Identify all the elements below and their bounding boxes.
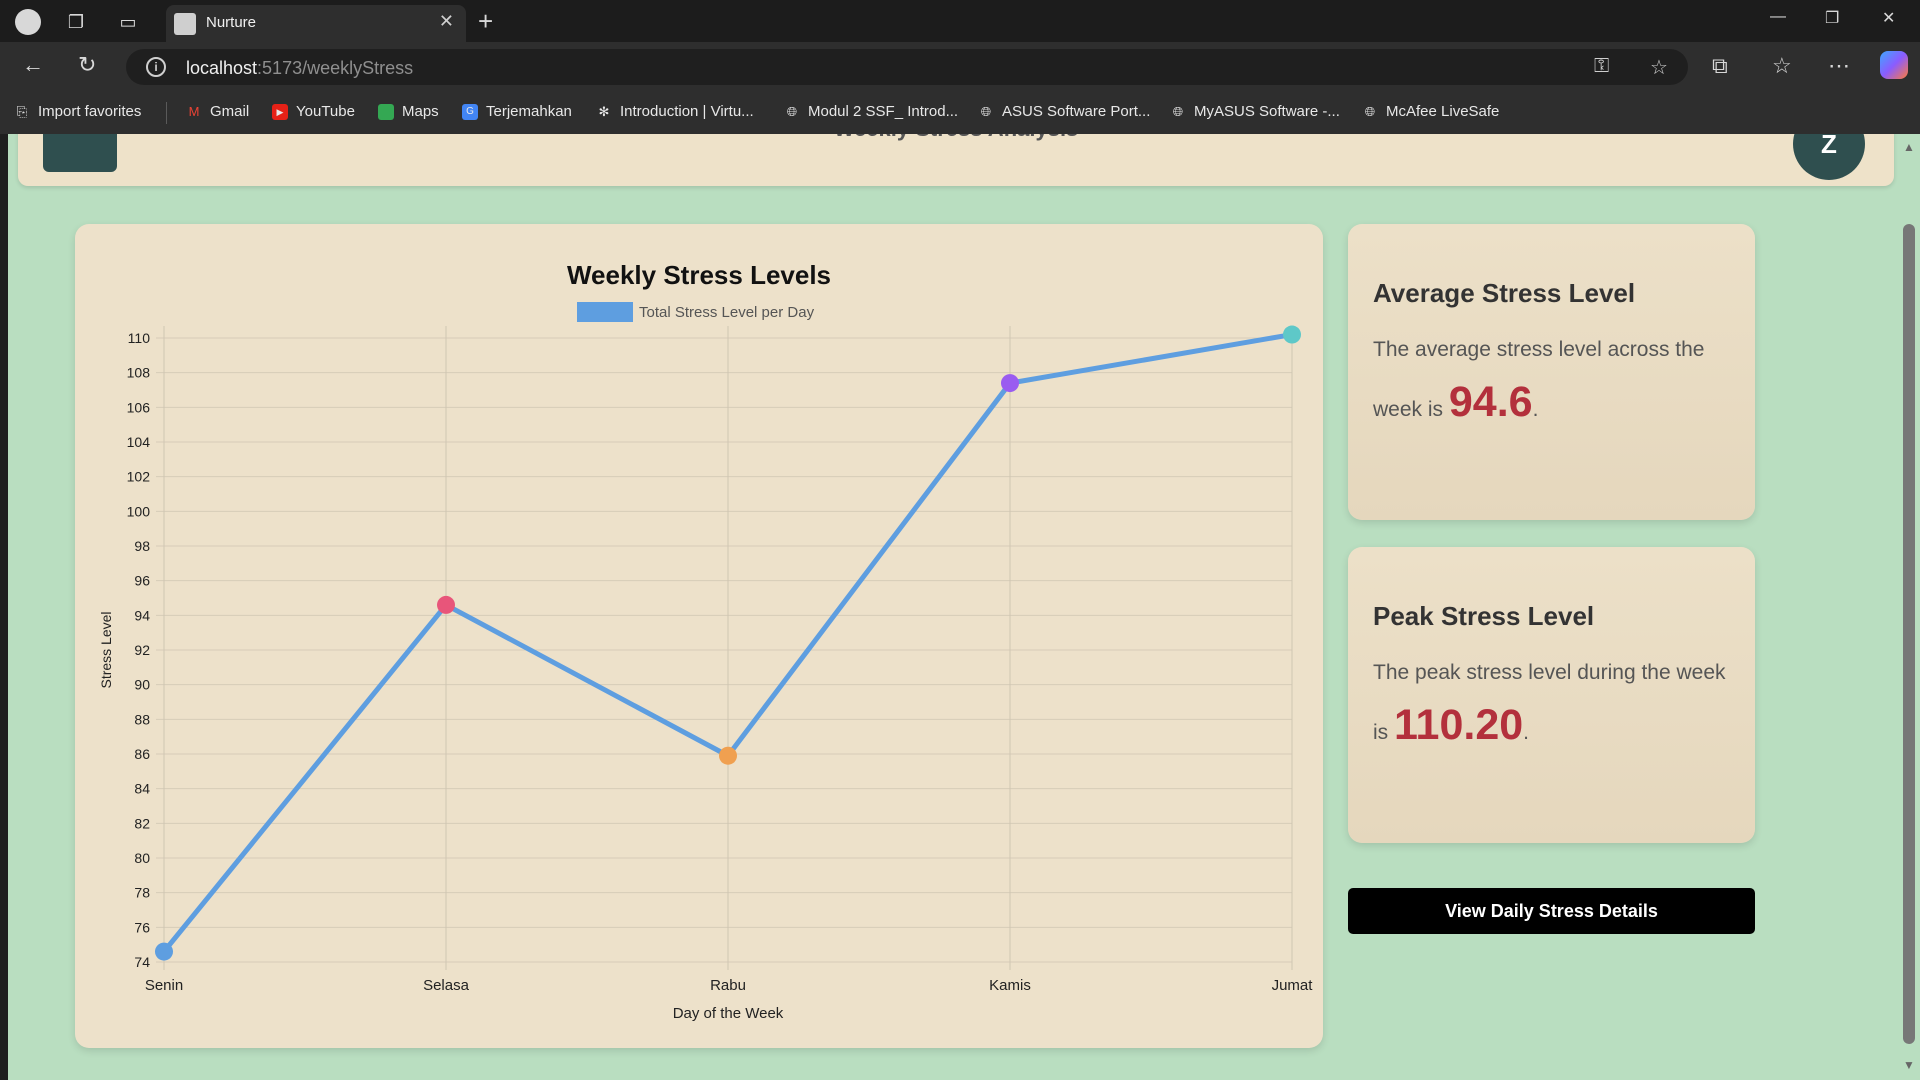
reload-icon[interactable]: ↻: [78, 52, 96, 78]
bookmarks-bar: ⎘ Import favorites M Gmail ▶ YouTube Maps G…: [0, 92, 1920, 134]
y-tick-label: 76: [134, 919, 150, 935]
close-window-icon[interactable]: ✕: [1882, 8, 1895, 28]
peak-stress-title: Peak Stress Level: [1373, 601, 1595, 631]
x-tick-label: Rabu: [710, 977, 746, 994]
page-viewport: Weekly Stress Analysis Z Weekly Stress L…: [0, 134, 1920, 1080]
x-axis-label: Day of the Week: [673, 1005, 784, 1022]
maps-icon: [378, 103, 394, 120]
y-tick-label: 104: [127, 434, 151, 450]
average-stress-card: Average Stress Level The average stress …: [1348, 224, 1755, 520]
favorite-star-icon[interactable]: ☆: [1650, 55, 1668, 80]
extensions-icon[interactable]: ⧉: [1712, 53, 1728, 79]
x-tick-label: Selasa: [423, 977, 470, 994]
average-stress-value: 94.6: [1448, 378, 1533, 426]
data-point: [719, 746, 737, 765]
y-tick-label: 110: [128, 330, 151, 346]
address-bar[interactable]: i localhost:5173/weeklyStress ⚿ ☆: [126, 49, 1688, 85]
avatar[interactable]: Z: [1793, 134, 1865, 180]
translate-icon: G: [462, 103, 478, 120]
y-tick-label: 106: [127, 399, 151, 415]
x-tick-label: Senin: [145, 977, 183, 994]
tab-title: Nurture: [206, 14, 257, 31]
globe-icon: 🌐︎: [786, 103, 798, 119]
peak-stress-card: Peak Stress Level The peak stress level …: [1348, 547, 1755, 843]
favorites-icon[interactable]: ☆: [1772, 53, 1792, 79]
y-tick-label: 98: [134, 538, 150, 554]
back-icon[interactable]: ←: [22, 52, 44, 78]
x-tick-label: Jumat: [1272, 977, 1314, 994]
browser-title-bar: ❐ ▭ Nurture ✕ + — ❐ ✕: [0, 0, 1920, 42]
site-icon: ✻: [598, 103, 610, 119]
url-text: localhost:5173/weeklyStress: [186, 58, 414, 78]
data-point: [1001, 374, 1019, 393]
gmail-icon: M: [188, 103, 200, 119]
import-icon: ⎘: [16, 103, 28, 119]
workspaces-icon[interactable]: ❐: [62, 8, 90, 36]
y-axis-label: Stress Level: [98, 611, 114, 688]
data-point: [155, 942, 173, 961]
y-tick-label: 90: [134, 677, 150, 693]
y-tick-label: 102: [127, 469, 151, 485]
x-tick-label: Kamis: [989, 977, 1031, 994]
more-menu-icon[interactable]: ⋯: [1828, 53, 1850, 79]
peak-stress-value: 110.20: [1394, 701, 1524, 749]
tab-actions-icon[interactable]: ▭: [114, 8, 142, 36]
scroll-up-icon[interactable]: ▲: [1903, 140, 1915, 154]
page-title: Weekly Stress Analysis: [18, 134, 1894, 142]
y-tick-label: 80: [134, 850, 150, 866]
y-tick-label: 86: [134, 746, 150, 762]
line-chart: 74 76 78 80 82 84 86 88 90 92 94 96 98 100 102 104 106 10…: [98, 325, 1314, 1022]
bookmark-youtube[interactable]: ▶ YouTube: [272, 103, 355, 120]
chart-card: Weekly Stress Levels Total Stress Level …: [75, 224, 1323, 1048]
y-tick-label: 92: [134, 642, 150, 658]
globe-icon: 🌐︎: [1172, 103, 1184, 119]
y-tick-label: 74: [134, 954, 150, 970]
globe-icon: 🌐︎: [1364, 103, 1376, 119]
peak-stress-text: The peak stress level during the week is…: [1373, 661, 1726, 749]
bookmark-introduction[interactable]: ✻ Introduction | Virtu...: [596, 103, 754, 120]
y-tick-label: 94: [134, 607, 150, 623]
y-tick-label: 100: [127, 503, 151, 519]
bookmark-mcafee[interactable]: 🌐︎ McAfee LiveSafe: [1362, 103, 1500, 120]
bookmark-gmail[interactable]: M Gmail: [186, 103, 250, 120]
restore-icon[interactable]: ❐: [1825, 8, 1839, 28]
scroll-thumb[interactable]: [1903, 224, 1915, 1044]
globe-icon: 🌐︎: [980, 103, 992, 119]
bookmarks-divider: [166, 102, 167, 124]
data-point: [1283, 325, 1301, 344]
view-daily-details-button[interactable]: View Daily Stress Details: [1348, 888, 1755, 934]
favicon-icon: [174, 13, 196, 35]
y-tick-label: 78: [134, 885, 150, 901]
youtube-icon: ▶: [272, 103, 288, 120]
copilot-icon[interactable]: [1880, 51, 1908, 79]
y-tick-label: 84: [134, 781, 150, 797]
bookmark-terjemahkan[interactable]: G Terjemahkan: [462, 103, 572, 120]
y-tick-label: 88: [134, 711, 150, 727]
scrollbar[interactable]: ▲ ▼: [1898, 134, 1920, 1080]
bookmark-asus-software[interactable]: 🌐︎ ASUS Software Port...: [978, 103, 1151, 120]
bookmark-maps[interactable]: Maps: [378, 103, 439, 120]
site-info-icon[interactable]: i: [146, 57, 166, 77]
tab-nurture[interactable]: Nurture ✕: [166, 5, 466, 42]
page-header: Weekly Stress Analysis Z: [18, 134, 1894, 186]
data-point: [437, 595, 455, 614]
new-tab-icon[interactable]: +: [478, 6, 493, 37]
close-tab-icon[interactable]: ✕: [439, 11, 454, 32]
minimize-icon[interactable]: —: [1770, 8, 1786, 26]
profile-icon[interactable]: [14, 8, 42, 36]
y-tick-label: 82: [134, 815, 150, 831]
y-tick-label: 108: [127, 365, 151, 381]
y-tick-label: 96: [134, 573, 150, 589]
scroll-down-icon[interactable]: ▼: [1903, 1058, 1915, 1072]
bookmark-modul-2[interactable]: 🌐︎ Modul 2 SSF_ Introd...: [784, 103, 958, 120]
browser-toolbar: ← ↻ i localhost:5173/weeklyStress ⚿ ☆ ⧉ …: [0, 42, 1920, 92]
password-key-icon[interactable]: ⚿: [1594, 55, 1609, 78]
average-stress-title: Average Stress Level: [1373, 278, 1636, 308]
average-stress-text: The average stress level across the week…: [1373, 338, 1705, 426]
bookmark-myasus[interactable]: 🌐︎ MyASUS Software -...: [1170, 103, 1340, 120]
bookmark-import-favorites[interactable]: ⎘ Import favorites: [14, 103, 142, 120]
